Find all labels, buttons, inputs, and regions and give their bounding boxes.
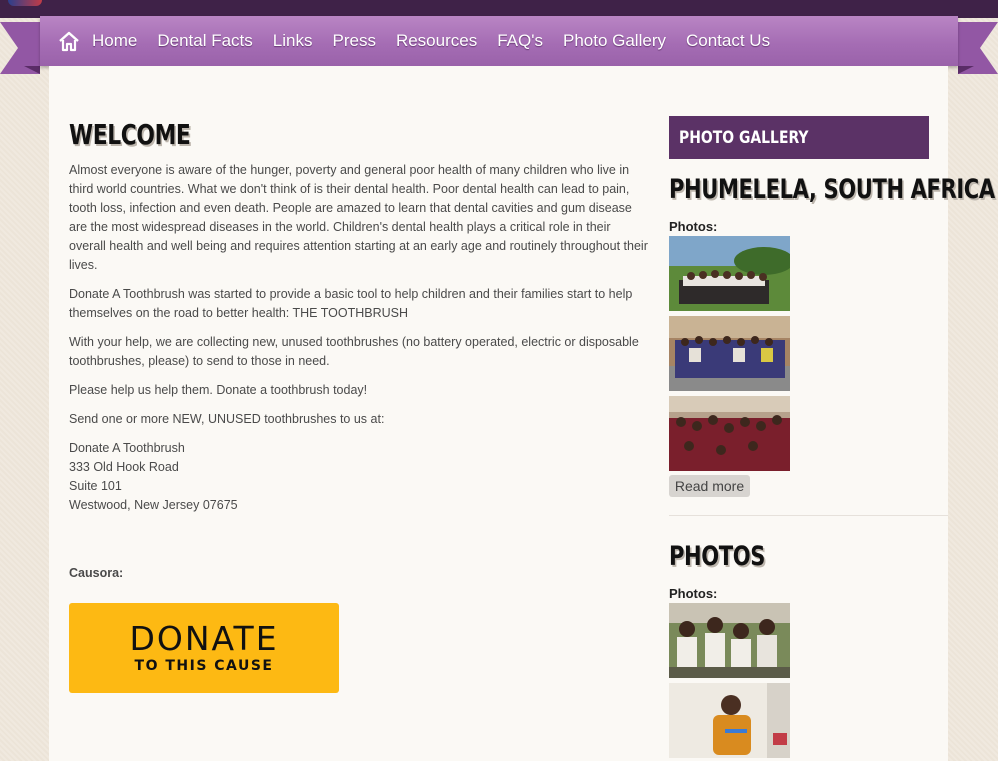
causora-label: Causora: xyxy=(69,566,124,580)
photos-label: Photos: xyxy=(669,586,718,601)
sidebar-widget-title: PHOTO GALLERY xyxy=(669,116,929,159)
gallery-thumbnail[interactable] xyxy=(669,316,790,391)
nav-item-photo-gallery[interactable]: Photo Gallery xyxy=(563,31,666,51)
nav-item-resources[interactable]: Resources xyxy=(396,31,477,51)
gallery-thumbnail[interactable] xyxy=(669,236,790,311)
site-logo[interactable] xyxy=(8,0,42,6)
nav-item-faqs[interactable]: FAQ's xyxy=(497,31,543,51)
call-to-action-paragraph: Please help us help them. Donate a tooth… xyxy=(69,383,368,397)
gallery-title-phumelela[interactable]: PHUMELELA, SOUTH AFRICA xyxy=(669,174,995,205)
home-icon[interactable] xyxy=(58,30,80,52)
mission-paragraph: Donate A Toothbrush was started to provi… xyxy=(69,287,633,320)
donate-button[interactable]: DONATE TO THIS CAUSE xyxy=(69,603,339,693)
nav-item-press[interactable]: Press xyxy=(332,31,375,51)
donate-label: DONATE xyxy=(129,619,279,658)
send-instructions-paragraph: Send one or more NEW, UNUSED toothbrushe… xyxy=(69,412,385,426)
nav-item-links[interactable]: Links xyxy=(273,31,313,51)
gallery-title-photos[interactable]: PHOTOS xyxy=(669,541,765,572)
mailing-address: Donate A Toothbrush 333 Old Hook Road Su… xyxy=(69,439,649,515)
read-more-button[interactable]: Read more xyxy=(669,475,750,497)
address-line: Suite 101 xyxy=(69,479,122,493)
intro-paragraph: Almost everyone is aware of the hunger, … xyxy=(69,163,648,272)
nav-item-contact-us[interactable]: Contact Us xyxy=(686,31,770,51)
donate-sublabel: TO THIS CAUSE xyxy=(134,658,274,674)
address-line: Westwood, New Jersey 07675 xyxy=(69,498,238,512)
gallery-thumbnail[interactable] xyxy=(669,683,790,758)
nav-item-home[interactable]: Home xyxy=(92,31,137,51)
address-line: Donate A Toothbrush xyxy=(69,441,185,455)
ribbon-left-fold xyxy=(0,22,40,74)
main-content: Almost everyone is aware of the hunger, … xyxy=(69,161,649,515)
sidebar-divider xyxy=(669,515,948,516)
gallery-thumbnail[interactable] xyxy=(669,603,790,678)
collecting-paragraph: With your help, we are collecting new, u… xyxy=(69,335,639,368)
gallery-thumbnail[interactable] xyxy=(669,396,790,471)
ribbon-right-fold xyxy=(958,22,998,74)
nav-item-dental-facts[interactable]: Dental Facts xyxy=(157,31,252,51)
address-line: 333 Old Hook Road xyxy=(69,460,179,474)
main-navigation: Home Dental Facts Links Press Resources … xyxy=(40,16,958,66)
sidebar-widget-title-text: PHOTO GALLERY xyxy=(679,127,809,148)
page-title: WELCOME xyxy=(69,118,191,151)
photos-label: Photos: xyxy=(669,219,718,234)
